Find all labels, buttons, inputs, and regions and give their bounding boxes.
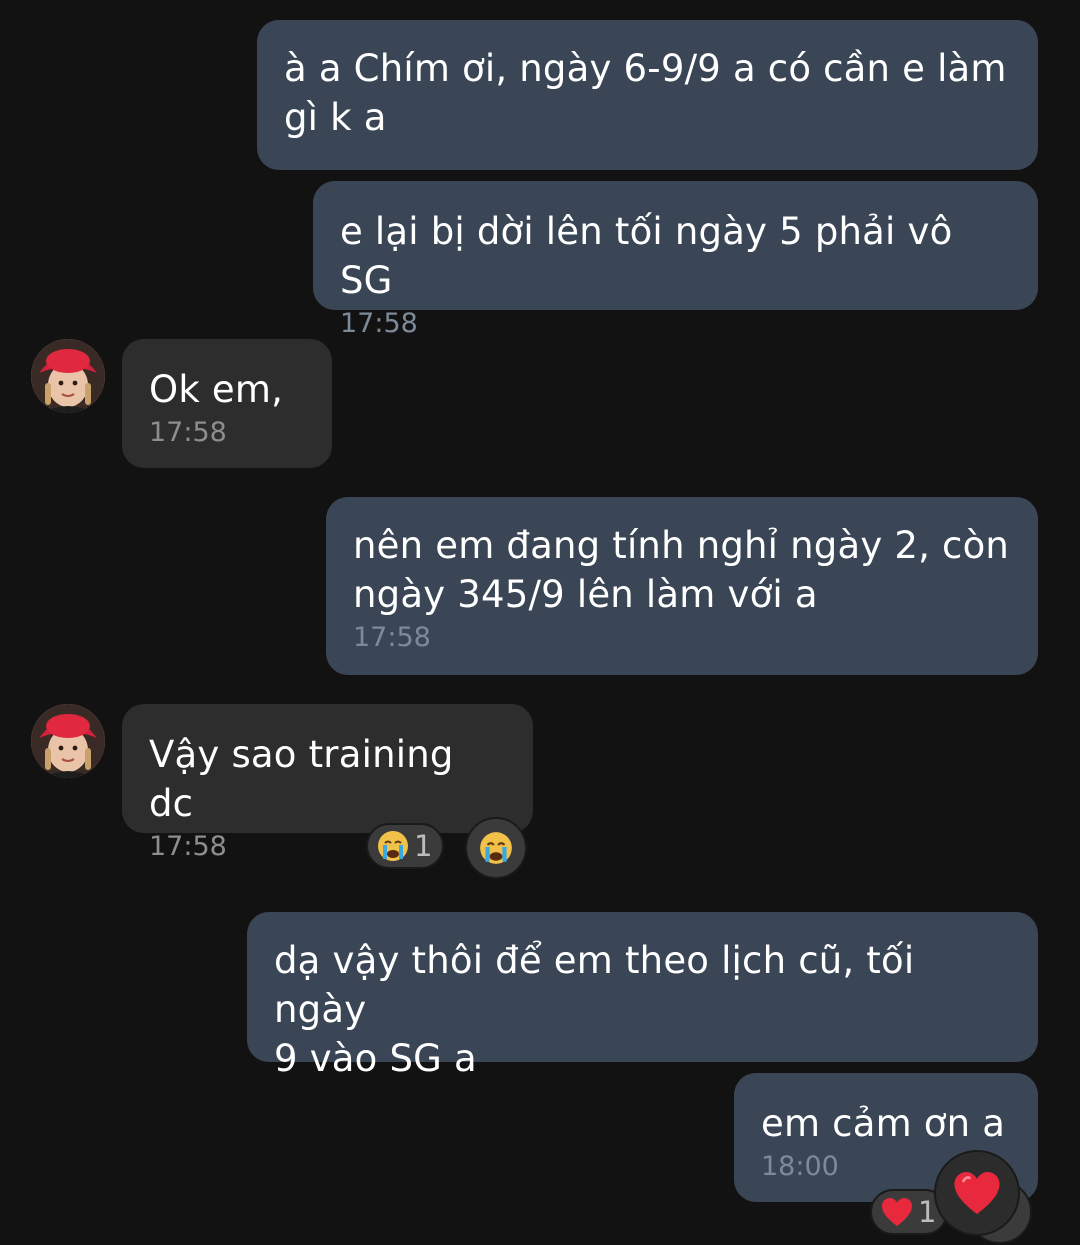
message-time: 17:58 [149, 831, 227, 862]
message-text: em cảm ơn a [761, 1102, 1006, 1145]
message-text: dạ vậy thôi để em theo lịch cũ, tối ngày… [274, 939, 915, 1080]
heart-icon [954, 1172, 1000, 1214]
contact-avatar[interactable] [31, 339, 105, 413]
reaction-summary[interactable]: 1 [366, 823, 444, 869]
reaction-count: 1 [414, 829, 433, 863]
message-time: 17:58 [340, 308, 418, 339]
message-bubble-incoming[interactable]: Vậy sao training dc 17:58 [122, 704, 533, 862]
avatar-photo-icon [31, 339, 105, 413]
message-bubble-outgoing[interactable]: e lại bị dời lên tối ngày 5 phải vô SG 1… [313, 181, 1038, 339]
message-bubble-outgoing[interactable]: nên em đang tính nghỉ ngày 2, còn ngày 3… [326, 497, 1038, 675]
message-time: 17:58 [149, 417, 227, 448]
message-bubble-outgoing[interactable]: dạ vậy thôi để em theo lịch cũ, tối ngày… [247, 912, 1038, 1080]
crying-face-icon [480, 832, 512, 864]
selected-reaction[interactable] [934, 1150, 1020, 1236]
add-reaction-button[interactable] [465, 817, 527, 879]
message-text: Vậy sao training dc [149, 733, 466, 825]
message-bubble-incoming[interactable]: Ok em, 17:58 [122, 339, 332, 468]
message-text: Ok em, [149, 368, 284, 411]
message-text: à a Chím ơi, ngày 6-9/9 a có cần e làm g… [284, 47, 1007, 139]
crying-face-icon [378, 831, 408, 861]
contact-avatar[interactable] [31, 704, 105, 778]
avatar-photo-icon [31, 704, 105, 778]
message-text: nên em đang tính nghỉ ngày 2, còn ngày 3… [353, 524, 1010, 616]
message-bubble-outgoing[interactable]: à a Chím ơi, ngày 6-9/9 a có cần e làm g… [257, 20, 1038, 170]
heart-icon [882, 1198, 912, 1226]
message-text: e lại bị dời lên tối ngày 5 phải vô SG [340, 210, 965, 302]
message-time: 17:58 [353, 622, 431, 653]
